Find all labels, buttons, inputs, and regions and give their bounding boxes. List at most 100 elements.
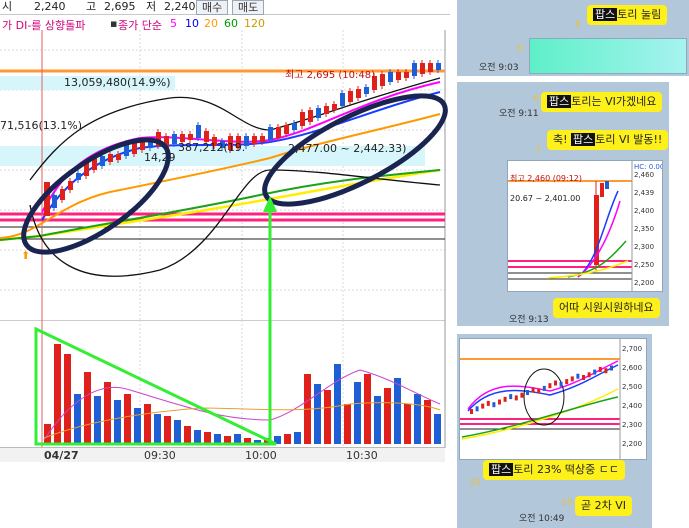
thumb-candle (554, 380, 557, 386)
candle (252, 136, 257, 144)
thumb-candle (475, 406, 479, 412)
candle (108, 154, 113, 162)
candle (172, 134, 177, 144)
thumb-price-tick: 2,500 (622, 383, 642, 391)
chat-timestamp: 오전 9:13 (509, 315, 549, 325)
volume-bar (344, 404, 351, 444)
thumb-candle (610, 365, 613, 371)
candle (60, 189, 65, 200)
sell-button[interactable]: 매도 (232, 0, 265, 15)
thumb-candle (559, 381, 563, 387)
chart-thumbnail-1[interactable]: 최고 2,460 (09:12) 20.67 ~ 2,401.00 HC: 0.… (507, 160, 663, 292)
time-axis: 04/27 09:30 10:00 10:30 (0, 447, 445, 462)
highlighted-word: 팝스 (547, 95, 572, 108)
chat-timestamp: 오전 9:11 (499, 109, 539, 119)
thumb-candle (503, 396, 507, 402)
volume-bar (404, 404, 411, 444)
thumb-price-tick: 2,250 (634, 261, 654, 269)
buy-button[interactable]: 매수 (196, 0, 229, 15)
chat-message-bubble[interactable]: 팝스 토리 눌림 (587, 5, 668, 25)
chat-image-attachment[interactable] (529, 38, 687, 74)
open-value: 2,240 (34, 0, 66, 13)
chart-thumbnail-2[interactable]: 2,700 2,600 2,500 2,400 2,300 2,200 (459, 338, 647, 460)
volume-bar (434, 414, 441, 444)
candle (340, 93, 345, 106)
chat-message-text: 토리는 VI가겠네요 (571, 95, 657, 108)
legend-ma-60: 60 (224, 17, 238, 30)
thumbnail-price-axis: 2,700 2,600 2,500 2,400 2,300 2,200 (622, 345, 642, 448)
candle (100, 156, 105, 166)
chat-message-bubble[interactable]: 곧 2차 VI (575, 496, 633, 516)
candle (268, 127, 273, 140)
open-label: 시 (2, 0, 13, 13)
thumb-candle (481, 403, 485, 409)
chat-message-text: 어따 시원시원하네요 (559, 301, 654, 314)
volume-bar (414, 394, 421, 444)
thumb-price-tick: 2,400 (634, 207, 654, 215)
thumb-candle (486, 400, 490, 406)
candle (356, 89, 361, 98)
chat-message-bubble[interactable]: 팝스 토리 23% 떡상중 ㄷㄷ (483, 460, 626, 480)
candle (348, 91, 353, 102)
thumb-candle (498, 399, 501, 405)
volume-bar (124, 394, 131, 444)
thumb-price-tick: 2,700 (622, 345, 642, 353)
thumb-price-tick: 2,300 (622, 421, 642, 429)
volume-bar (104, 382, 111, 444)
thumb-price-tick: 2,460 (634, 171, 654, 179)
read-count: 6 (517, 44, 523, 54)
chat-timestamp: 오전 10:49 (519, 514, 565, 524)
legend-ma-5: 5 (170, 17, 177, 30)
highlighted-word: 팝스 (593, 8, 618, 21)
volume-bar (134, 408, 141, 444)
thumbnail-chart: 최고 2,460 (09:12) 20.67 ~ 2,401.00 HC: 0.… (508, 161, 662, 291)
volume-bar (354, 382, 361, 444)
candle (132, 143, 137, 154)
read-count: 6 (575, 20, 581, 30)
candle (52, 195, 57, 208)
candle (76, 173, 81, 180)
volume-bar (154, 414, 161, 444)
volume-bar (294, 432, 301, 444)
thumb-high-label: 최고 2,460 (09:12) (510, 173, 582, 183)
chat-message-bubble[interactable]: 팝스 토리는 VI가겠네요 (541, 92, 663, 112)
legend-ma-120: 120 (244, 17, 265, 30)
chat-pane-2[interactable]: 6 팝스 토리는 VI가겠네요 오전 9:11 7 축! 팝스 토리 VI 발동!!… (457, 82, 669, 326)
time-axis-label: 10:30 (346, 449, 378, 462)
time-axis-label: 10:00 (245, 449, 277, 462)
volume-bar (164, 416, 171, 444)
candle (364, 87, 369, 94)
thumb-candle (492, 402, 496, 408)
thumb-candle (598, 366, 602, 372)
thumb-corner-label: HC: 0.00 (634, 163, 662, 171)
volume-chart[interactable] (0, 320, 450, 448)
candle (412, 63, 417, 76)
chat-pane-3[interactable]: 2,700 2,600 2,500 2,400 2,300 2,200 10 팝스 토리 2… (457, 334, 652, 528)
time-axis-label: 04/27 (44, 449, 79, 462)
price-chart[interactable]: 13,059,480(14.9%) 71,516(13.1%) 387,212(… (0, 30, 450, 320)
high-label: 고 (86, 0, 97, 13)
volume-bar (364, 374, 371, 444)
chat-message-bubble[interactable]: 축! 팝스 토리 VI 발동!! (547, 130, 669, 150)
stock-chart-panel[interactable]: 시 2,240 고 2,695 저 2,240 매수 매도 가 DI-를 상향돌… (0, 0, 450, 528)
volume-bar (284, 434, 291, 444)
envelope-lower (29, 169, 441, 277)
thumb-candle (509, 394, 513, 400)
chat-message-bubble[interactable]: 어따 시원시원하네요 (553, 298, 660, 318)
candle (380, 74, 385, 86)
candle (428, 63, 433, 72)
time-axis-label: 09:30 (144, 449, 176, 462)
volume-bar (94, 396, 101, 444)
thumb-candle (565, 379, 569, 385)
read-count: 10 (469, 478, 481, 488)
candle (396, 72, 401, 80)
legend-square-icon: ▪ (110, 17, 118, 30)
volume-bar (194, 430, 201, 444)
thumb-candle (604, 368, 608, 374)
candle (196, 125, 201, 138)
volume-bar (184, 426, 191, 444)
candle (284, 125, 289, 134)
thumb-price-tick: 2,600 (622, 364, 642, 372)
chat-pane-1[interactable]: 팝스 토리 눌림 6 6 오전 9:03 (457, 0, 689, 76)
low-label: 저 (146, 0, 157, 13)
